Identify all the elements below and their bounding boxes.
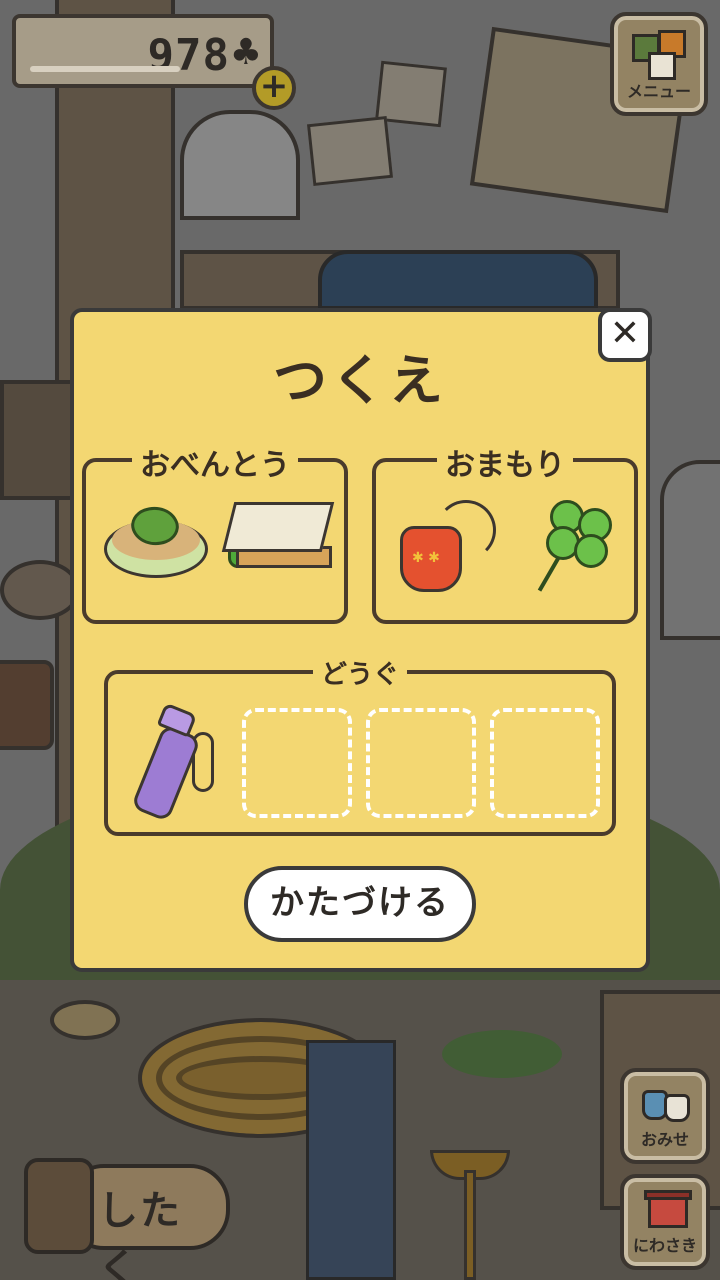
charm-pouch-icon[interactable]: ✱ ✱ bbox=[390, 492, 500, 602]
charm-section: おまもり ✱ ✱ bbox=[372, 440, 638, 624]
empty-tool-slot[interactable] bbox=[490, 708, 600, 818]
sandwich-icon[interactable] bbox=[221, 492, 335, 602]
log-end-shape bbox=[24, 1158, 94, 1254]
water-bottle-icon[interactable] bbox=[122, 702, 232, 823]
menu-icon bbox=[632, 30, 688, 80]
dialog-title: つくえ bbox=[273, 349, 447, 412]
prepare-button[interactable]: したく bbox=[24, 1158, 230, 1280]
four-leaf-clover-icon[interactable] bbox=[520, 492, 630, 602]
empty-tool-slot[interactable] bbox=[242, 708, 352, 818]
clover-icon: ♣ bbox=[229, 32, 262, 73]
put-away-button[interactable]: かたづける bbox=[244, 866, 476, 942]
garden-button[interactable]: にわさき bbox=[620, 1174, 710, 1270]
shop-button[interactable]: おみせ bbox=[620, 1068, 710, 1164]
charm-section-label: おまもり bbox=[437, 440, 573, 484]
cracker-icon[interactable] bbox=[104, 492, 214, 602]
shopping-bags-icon bbox=[642, 1084, 692, 1126]
prepare-label: したく bbox=[98, 1188, 182, 1280]
menu-button[interactable]: メニュー bbox=[610, 12, 708, 116]
shop-label: おみせ bbox=[640, 1130, 689, 1149]
empty-tool-slot[interactable] bbox=[366, 708, 476, 818]
menu-label: メニュー bbox=[626, 82, 691, 101]
garden-house-icon bbox=[642, 1190, 692, 1232]
bento-section-label: おべんとう bbox=[132, 440, 298, 484]
bento-section: おべんとう bbox=[82, 440, 348, 624]
garden-label: にわさき bbox=[632, 1236, 697, 1255]
tool-section-label: どうぐ bbox=[312, 654, 408, 691]
tool-section: どうぐ bbox=[104, 654, 616, 836]
clover-counter: 978 ♣ bbox=[12, 14, 274, 88]
counter-highlight bbox=[30, 66, 180, 72]
add-clover-button[interactable]: + bbox=[252, 66, 296, 110]
clover-count: 978 bbox=[147, 30, 230, 81]
